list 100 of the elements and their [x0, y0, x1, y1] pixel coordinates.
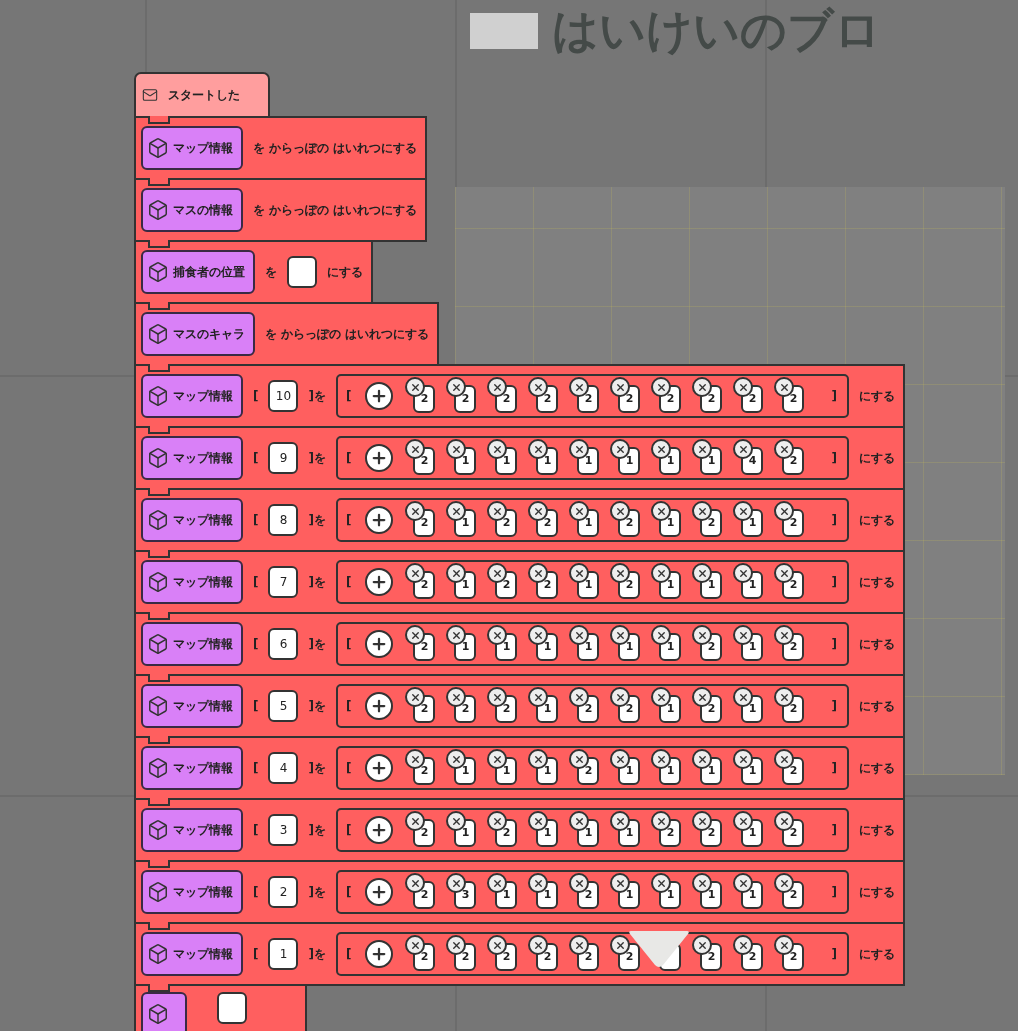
x-icon: [532, 629, 544, 641]
list-block[interactable]: [ 2 1 1 1 2 1 1 1 1 2 ]: [335, 746, 849, 790]
x-icon: [450, 505, 462, 517]
statement-block[interactable]: マップ情報 [ 4 ]を [ 2 1 1 1 2 1 1 1 1 2 ] にする: [134, 736, 905, 800]
cube-icon: [147, 695, 169, 717]
statement-block[interactable]: マップ情報 [ 3 ]を [ 2 1 2 1 1 1 2 2 1 2 ] にする: [134, 798, 905, 862]
variable-block[interactable]: マップ情報: [141, 622, 243, 666]
variable-name: マスのキャラ: [173, 325, 245, 343]
add-button[interactable]: [365, 506, 394, 534]
index-slot[interactable]: 3: [268, 814, 299, 846]
list-block[interactable]: [ 2 2 2 1 2 2 1 2 1 2 ]: [335, 684, 849, 728]
block-label: にする: [858, 387, 895, 405]
statement-block[interactable]: マスの情報 を からっぽの はいれつにする: [134, 178, 428, 242]
x-icon: [491, 443, 503, 455]
block-label: にする: [858, 511, 895, 529]
x-icon: [614, 815, 626, 827]
block-label: ]を: [308, 387, 326, 405]
bracket: ]: [831, 575, 837, 589]
statement-block[interactable]: マップ情報 [ 10 ]を [ 2 2 2 2 2 2 2 2 2 2 ] にする: [134, 364, 905, 428]
list-block[interactable]: [ 2 1 2 1 1 1 2 2 1 2 ]: [335, 808, 849, 852]
cube-icon: [147, 1003, 169, 1025]
x-icon: [778, 753, 790, 765]
x-icon: [696, 567, 708, 579]
x-icon: [450, 629, 462, 641]
add-button[interactable]: [365, 382, 394, 410]
statement-block[interactable]: マップ情報 [ 1 ]を [ 2 2 2 2 2 2 2 2 2 ] にする: [134, 922, 905, 986]
add-button[interactable]: [365, 940, 394, 968]
x-icon: [737, 381, 749, 393]
add-button[interactable]: [365, 816, 394, 844]
variable-block[interactable]: 捕食者の位置: [141, 250, 255, 294]
statement-block[interactable]: マップ情報 [ 6 ]を [ 2 1 1 1 1 1 1 2 1 2 ] にする: [134, 612, 905, 676]
statement-block[interactable]: 捕食者の位置 を にする: [134, 240, 373, 304]
variable-block[interactable]: マップ情報: [141, 436, 243, 480]
variable-block[interactable]: マップ情報: [141, 808, 243, 852]
statement-block[interactable]: マップ情報 [ 2 ]を [ 2 3 1 1 2 1 1 1 1 2 ] にする: [134, 860, 905, 924]
bracket: [: [253, 451, 259, 465]
x-icon: [778, 877, 790, 889]
index-slot[interactable]: 6: [268, 628, 299, 660]
block-label: にする: [858, 635, 895, 653]
variable-block[interactable]: マップ情報: [141, 498, 243, 542]
statement-block[interactable]: マップ情報 [ 9 ]を [ 2 1 1 1 1 1 1 1 4 2 ] にする: [134, 426, 905, 490]
list-block[interactable]: [ 2 1 1 1 1 1 1 1 4 2 ]: [335, 436, 849, 480]
add-button[interactable]: [365, 630, 394, 658]
statement-block[interactable]: マップ情報 を からっぽの はいれつにする: [134, 116, 428, 180]
title-swatch: [470, 13, 538, 49]
variable-name: マップ情報: [173, 759, 233, 777]
x-icon: [778, 815, 790, 827]
variable-block[interactable]: マップ情報: [141, 746, 243, 790]
statement-block[interactable]: マップ情報 [ 5 ]を [ 2 2 2 1 2 2 1 2 1 2 ] にする: [134, 674, 905, 738]
block-label: ]を: [308, 945, 326, 963]
list-block[interactable]: [ 2 1 2 2 1 2 1 2 1 2 ]: [335, 498, 849, 542]
add-button[interactable]: [365, 754, 394, 782]
variable-block[interactable]: マップ情報: [141, 126, 243, 170]
index-slot[interactable]: 9: [268, 442, 299, 474]
statement-block[interactable]: マップ情報 [ 8 ]を [ 2 1 2 2 1 2 1 2 1 2 ] にする: [134, 488, 905, 552]
x-icon: [778, 691, 790, 703]
statement-block[interactable]: [134, 984, 307, 1031]
variable-block[interactable]: マスのキャラ: [141, 312, 255, 356]
x-icon: [450, 877, 462, 889]
statement-block[interactable]: マスのキャラ を からっぽの はいれつにする: [134, 302, 440, 366]
list-block[interactable]: [ 2 3 1 1 2 1 1 1 1 2 ]: [335, 870, 849, 914]
x-icon: [614, 381, 626, 393]
start-block[interactable]: スタートした: [134, 72, 270, 118]
variable-block[interactable]: マップ情報: [141, 374, 243, 418]
variable-block[interactable]: マスの情報: [141, 188, 243, 232]
index-slot[interactable]: 2: [268, 876, 299, 908]
add-button[interactable]: [365, 692, 394, 720]
variable-name: マップ情報: [173, 697, 233, 715]
x-icon: [573, 691, 585, 703]
list-block[interactable]: [ 2 2 2 2 2 2 2 2 2 ]: [335, 932, 849, 976]
variable-block[interactable]: マップ情報: [141, 932, 243, 976]
add-button[interactable]: [365, 878, 394, 906]
x-icon: [778, 629, 790, 641]
index-slot[interactable]: 10: [268, 380, 299, 412]
index-slot[interactable]: 4: [268, 752, 299, 784]
add-button[interactable]: [365, 444, 394, 472]
x-icon: [491, 753, 503, 765]
value-slot[interactable]: [217, 992, 247, 1024]
variable-block[interactable]: [141, 992, 187, 1031]
variable-block[interactable]: マップ情報: [141, 684, 243, 728]
bracket: [: [345, 699, 352, 713]
block-label: にする: [858, 821, 895, 839]
cube-icon: [147, 199, 169, 221]
index-slot[interactable]: 1: [268, 938, 299, 970]
index-slot[interactable]: 7: [268, 566, 299, 598]
list-block[interactable]: [ 2 1 1 1 1 1 1 2 1 2 ]: [335, 622, 849, 666]
index-slot[interactable]: 5: [268, 690, 299, 722]
bracket: [: [345, 451, 352, 465]
add-button[interactable]: [365, 568, 394, 596]
x-icon: [532, 815, 544, 827]
list-block[interactable]: [ 2 1 2 2 1 2 1 1 1 2 ]: [335, 560, 849, 604]
block-label: ]を: [308, 697, 326, 715]
x-icon: [409, 753, 421, 765]
variable-block[interactable]: マップ情報: [141, 560, 243, 604]
statement-block[interactable]: マップ情報 [ 7 ]を [ 2 1 2 2 1 2 1 1 1 2 ] にする: [134, 550, 905, 614]
list-block[interactable]: [ 2 2 2 2 2 2 2 2 2 2 ]: [335, 374, 849, 418]
variable-block[interactable]: マップ情報: [141, 870, 243, 914]
value-slot[interactable]: [287, 256, 317, 288]
index-slot[interactable]: 8: [268, 504, 299, 536]
x-icon: [573, 567, 585, 579]
